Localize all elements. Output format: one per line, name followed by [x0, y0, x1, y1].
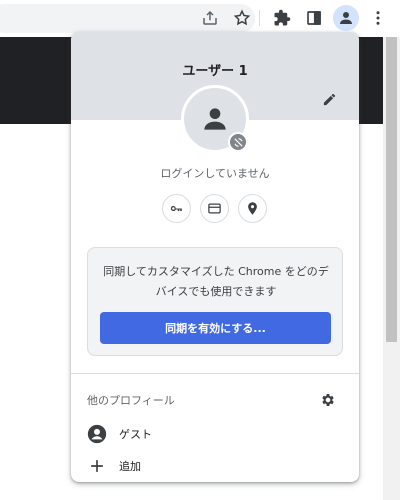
guest-label: ゲスト [119, 428, 152, 441]
toolbar-divider [259, 10, 260, 26]
turn-on-sync-button[interactable]: 同期を有効にする... [100, 312, 331, 344]
share-icon[interactable] [198, 6, 222, 30]
plus-icon [87, 456, 107, 476]
add-profile-item[interactable]: 追加 [71, 451, 359, 481]
location-pin-icon [248, 202, 257, 215]
pencil-icon [323, 93, 335, 105]
addresses-button[interactable] [238, 194, 267, 223]
profile-icon[interactable] [333, 5, 359, 31]
page-scrollbar[interactable] [383, 37, 400, 500]
payment-methods-button[interactable] [200, 194, 229, 223]
sync-off-icon [233, 137, 243, 147]
gear-icon [322, 394, 334, 406]
edit-profile-button[interactable] [318, 88, 340, 110]
scrollbar-thumb[interactable] [386, 37, 397, 342]
key-icon [170, 206, 182, 211]
other-profiles-heading: 他のプロフィール [87, 394, 175, 407]
profile-menu: ユーザー 1 ログインしていません 同期してカスタマイズした Chrome をど… [71, 32, 359, 482]
passwords-button[interactable] [162, 194, 191, 223]
side-panel-icon[interactable] [302, 6, 326, 30]
bookmark-star-icon[interactable] [230, 6, 254, 30]
manage-profiles-button[interactable] [317, 389, 339, 411]
sync-promo-card: 同期してカスタマイズした Chrome をどのデバイスでも使用できます 同期を有… [87, 247, 343, 356]
sync-off-badge [228, 132, 248, 152]
guest-avatar-icon [87, 424, 107, 444]
more-vert-icon[interactable] [366, 6, 390, 30]
signin-status: ログインしていません [160, 167, 270, 180]
guest-profile-item[interactable]: ゲスト [71, 419, 359, 449]
person-icon [204, 108, 226, 130]
sync-description: 同期してカスタマイズした Chrome をどのデバイスでも使用できます [103, 265, 329, 298]
credit-card-icon [208, 203, 221, 214]
add-label: 追加 [119, 460, 141, 473]
profile-name: ユーザー 1 [182, 64, 248, 79]
extensions-puzzle-icon[interactable] [270, 6, 294, 30]
section-divider [71, 373, 359, 374]
